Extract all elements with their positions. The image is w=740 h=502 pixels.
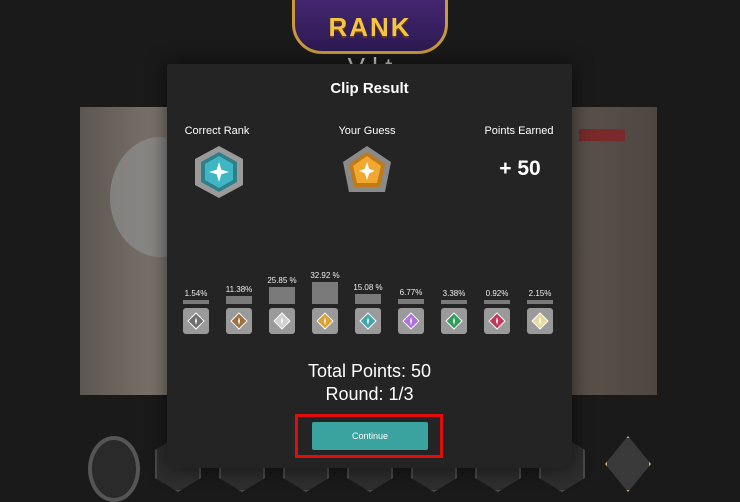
distribution-bar [441, 300, 467, 304]
round-counter: Round: 1/3 [325, 384, 414, 404]
points-earned-label: Points Earned [484, 125, 554, 137]
distribution-bar [355, 294, 381, 304]
total-points: Total Points: 50 [307, 361, 432, 381]
distribution-percent: 25.85 % [267, 276, 297, 285]
distribution-column: 11.38% [224, 285, 254, 334]
continue-button[interactable]: Continue [312, 422, 428, 450]
distribution-percent: 1.54% [184, 289, 208, 298]
distribution-percent: 11.38% [225, 285, 253, 294]
distribution-percent: 0.92% [485, 289, 509, 298]
distribution-column: 1.54% [181, 289, 211, 334]
radiant-rank-icon [527, 308, 553, 334]
ascendant-rank-icon [441, 308, 467, 334]
gold-rank-icon [343, 146, 391, 192]
distribution-bar [484, 300, 510, 304]
distribution-bar [312, 282, 338, 304]
distribution-percent: 15.08 % [353, 283, 383, 292]
points-earned-value: + 50 [499, 157, 541, 180]
distribution-bar [527, 300, 553, 304]
your-guess-label: Your Guess [338, 125, 396, 137]
bronze-rank-icon [226, 308, 252, 334]
distribution-bar [398, 299, 424, 304]
immortal-rank-icon [484, 308, 510, 334]
distribution-percent: 6.77% [399, 288, 423, 297]
distribution-column: 0.92% [482, 289, 512, 334]
distribution-column: 2.15% [525, 289, 555, 334]
distribution-bar [269, 287, 295, 304]
iron-rank-icon [183, 308, 209, 334]
game-logo-text: RANK [328, 11, 412, 42]
silver-rank-icon [269, 308, 295, 334]
distribution-column: 15.08 % [353, 283, 383, 334]
rank-option-radiant [604, 436, 652, 496]
correct-rank-label: Correct Rank [184, 125, 250, 137]
rank-option-iron [88, 436, 140, 502]
killfeed-tag [579, 129, 625, 141]
distribution-percent: 2.15% [528, 289, 552, 298]
clip-result-modal: Clip Result Correct Rank Your Guess Poin… [167, 64, 572, 468]
platinum-rank-icon [355, 308, 381, 334]
diamond-rank-icon [195, 146, 243, 198]
distribution-column: 6.77% [396, 288, 426, 334]
rank-distribution: 1.54% 11.38% 25.85 % 32.92 % 15.08 % 6.77% 3.3… [181, 254, 561, 334]
distribution-percent: 32.92 % [310, 271, 340, 280]
modal-title: Clip Result [330, 80, 409, 97]
distribution-column: 25.85 % [267, 276, 297, 334]
distribution-column: 32.92 % [310, 271, 340, 334]
distribution-bar [226, 296, 252, 304]
game-logo: RANK [292, 0, 448, 54]
distribution-bar [183, 300, 209, 304]
gold-rank-icon [312, 308, 338, 334]
distribution-percent: 3.38% [442, 289, 466, 298]
distribution-column: 3.38% [439, 289, 469, 334]
diamond-rank-icon [398, 308, 424, 334]
